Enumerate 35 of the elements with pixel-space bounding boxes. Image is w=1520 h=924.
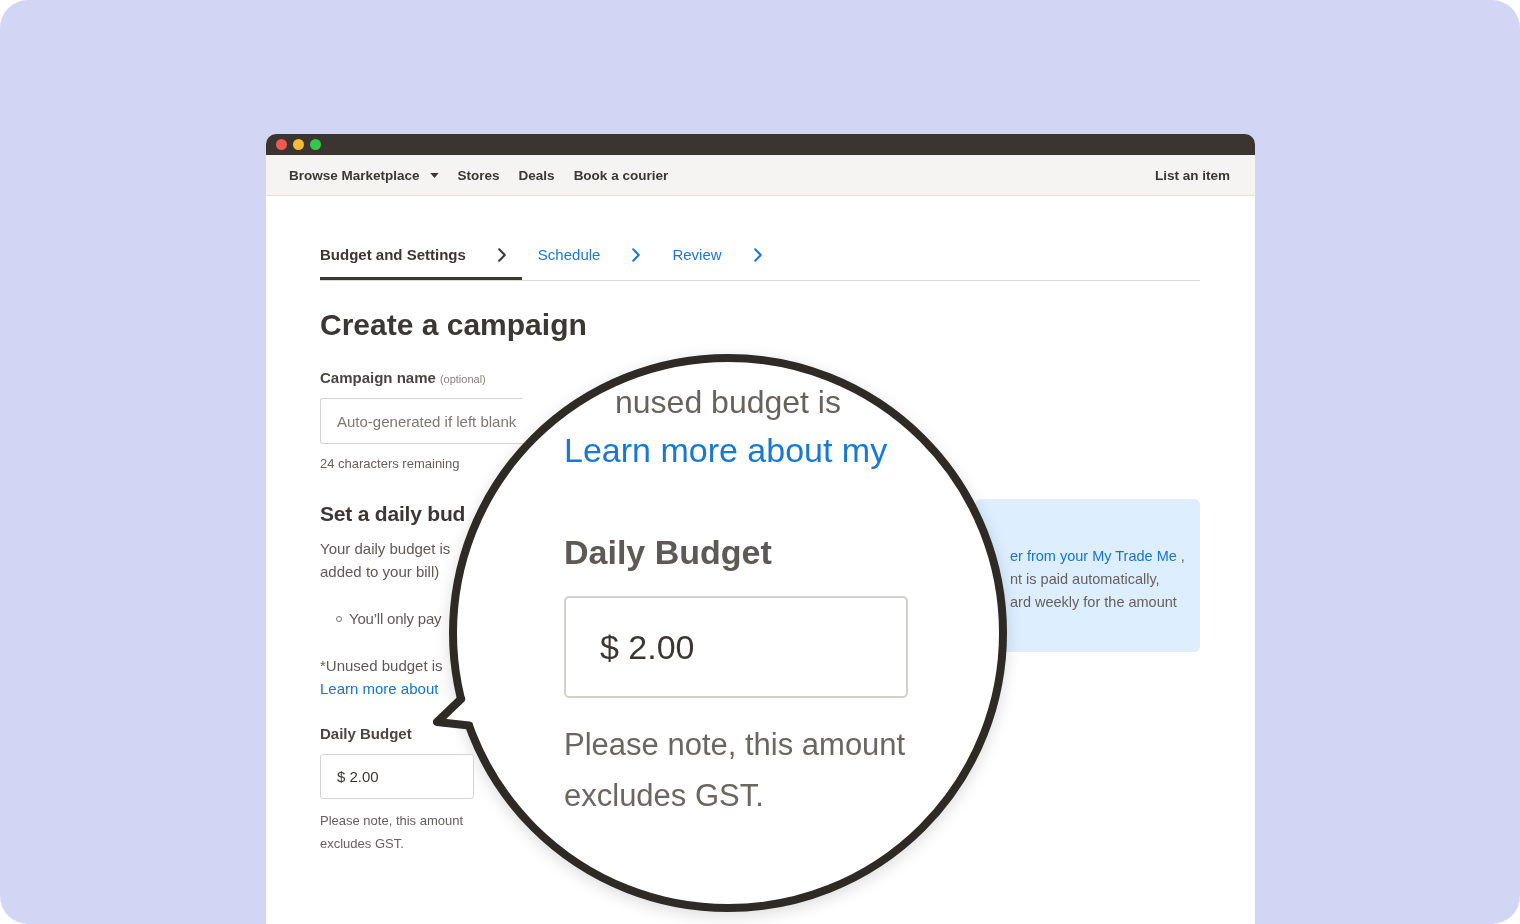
list-an-item-link[interactable]: List an item bbox=[1155, 167, 1230, 183]
window-control-icon[interactable] bbox=[310, 139, 321, 150]
caret-icon bbox=[429, 172, 439, 178]
window-control-icon[interactable] bbox=[276, 139, 287, 150]
nav-link[interactable]: Stores bbox=[457, 167, 500, 183]
magnified-budget-field: $ 2.00 bbox=[564, 596, 908, 698]
info-text: er from your My Trade Me , nt is paid automatically, ard weekly for the amount bbox=[1010, 547, 1186, 612]
field-label: Daily Budget bbox=[320, 724, 412, 744]
learn-more-link[interactable]: Learn more about bbox=[320, 680, 439, 697]
field-label: Campaign name bbox=[320, 368, 436, 388]
budget-description: Your daily budget is added to your bill) bbox=[320, 539, 451, 582]
gst-note: Please note, this amount excludes GST. bbox=[320, 812, 465, 853]
chevron-icon bbox=[753, 248, 762, 262]
step-tab[interactable]: Review bbox=[672, 236, 778, 280]
magnified-link-text: Learn more about my bbox=[564, 430, 888, 470]
character-count: 24 characters remaining bbox=[320, 455, 460, 473]
campaign-name-input[interactable]: Auto-generated if left blank bbox=[320, 398, 523, 444]
magnified-gst-note: Please note, this amount excludes GST. bbox=[564, 726, 907, 815]
magnified-field-label: Daily Budget bbox=[564, 532, 772, 572]
chevron-icon bbox=[497, 248, 506, 262]
nav-link[interactable]: Book a courier bbox=[573, 167, 669, 183]
section-heading: Set a daily bud bbox=[320, 501, 466, 527]
my-trade-me-link[interactable]: er from your My Trade Me bbox=[1010, 548, 1177, 564]
step-tab[interactable]: Budget and Settings bbox=[320, 236, 522, 280]
nav-link[interactable]: Deals bbox=[518, 167, 555, 183]
window-control-icon[interactable] bbox=[293, 139, 304, 150]
bullet-text: You’ll only pay bbox=[349, 610, 442, 627]
page-title: Create a campaign bbox=[320, 307, 587, 343]
unused-budget-note: *Unused budget is Learn more about bbox=[320, 656, 443, 699]
magnified-note: nused budget is bbox=[615, 384, 841, 420]
chevron-icon bbox=[632, 248, 641, 262]
optional-note: (optional) bbox=[439, 372, 486, 387]
step-tab[interactable]: Schedule bbox=[537, 236, 657, 280]
daily-budget-input[interactable]: $ 2.00 bbox=[320, 754, 474, 799]
nav-link[interactable]: Browse Marketplace bbox=[289, 167, 439, 183]
